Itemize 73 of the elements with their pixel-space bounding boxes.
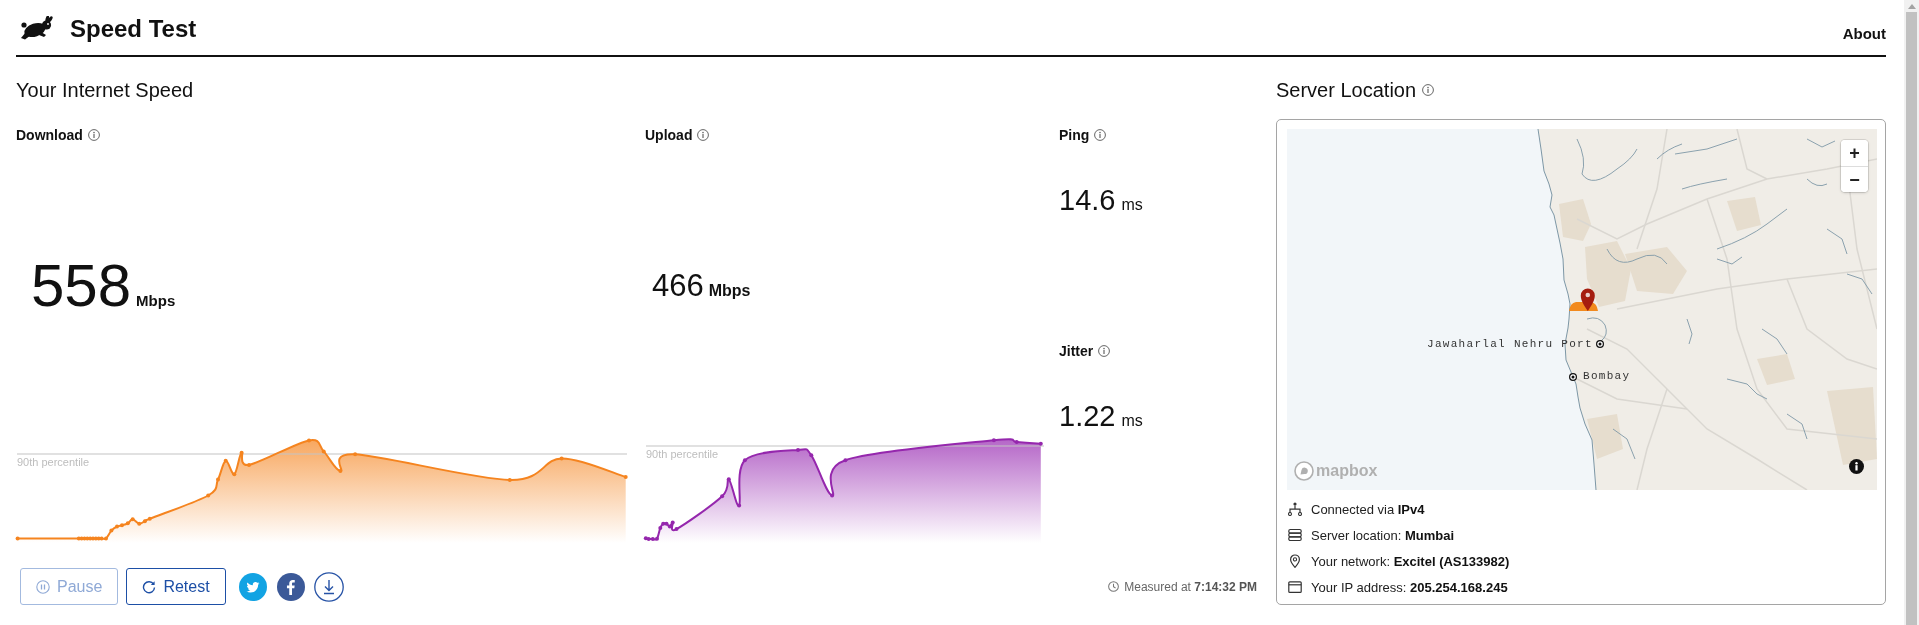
detail-text: Your network: Excitel (AS133982) bbox=[1311, 553, 1510, 569]
data-point bbox=[737, 503, 742, 508]
app-title: Speed Test bbox=[70, 14, 197, 44]
location-pin-icon bbox=[1569, 288, 1598, 311]
metric-label: Jitter bbox=[1059, 342, 1094, 361]
data-point bbox=[726, 477, 731, 482]
location-pin-icon bbox=[1288, 554, 1302, 568]
server-icon bbox=[1288, 528, 1302, 542]
place-label: Jawaharlal Nehru Port bbox=[1427, 337, 1593, 351]
clock-icon bbox=[1108, 581, 1120, 592]
data-point bbox=[338, 469, 343, 473]
latency-value: 14.6 bbox=[1059, 183, 1116, 218]
data-point bbox=[232, 472, 237, 477]
info-icon[interactable] bbox=[1849, 459, 1864, 474]
data-point bbox=[674, 527, 679, 532]
metric-label: Upload bbox=[645, 126, 693, 145]
network-icon bbox=[1288, 502, 1302, 516]
speed-unit: Mbps bbox=[136, 291, 176, 309]
section-title: Server Location bbox=[1276, 78, 1417, 103]
latency-unit: ms bbox=[1121, 196, 1143, 214]
section-title: Your Internet Speed bbox=[16, 78, 194, 103]
data-point bbox=[830, 493, 835, 498]
data-point bbox=[623, 475, 628, 480]
speed-value: 558 bbox=[31, 255, 132, 316]
data-point bbox=[796, 447, 800, 452]
place-dot-icon bbox=[1569, 372, 1577, 381]
data-point bbox=[1014, 440, 1019, 444]
speed-unit: Mbps bbox=[708, 281, 751, 300]
data-point bbox=[307, 438, 311, 443]
percentile-label: 90th percentile bbox=[646, 448, 719, 460]
detail-text: Server location: Mumbai bbox=[1311, 527, 1455, 543]
data-point bbox=[809, 453, 814, 458]
download-icon[interactable] bbox=[313, 571, 344, 602]
retest-button[interactable]: Retest bbox=[126, 568, 226, 605]
logo-icon bbox=[1294, 461, 1314, 481]
data-point bbox=[742, 458, 747, 463]
place-label: Bombay bbox=[1583, 369, 1631, 383]
percentile-label: 90th percentile bbox=[17, 456, 90, 468]
zoom-out-button[interactable]: − bbox=[1841, 166, 1868, 192]
about-link[interactable]: About bbox=[1842, 24, 1886, 44]
refresh-icon bbox=[142, 579, 157, 594]
detail-text: Your IP address: 205.254.168.245 bbox=[1311, 579, 1508, 595]
data-point bbox=[720, 494, 725, 499]
data-point bbox=[559, 456, 564, 461]
data-point bbox=[247, 462, 251, 467]
facebook-icon[interactable] bbox=[276, 572, 305, 601]
rabbit-icon bbox=[20, 16, 56, 42]
data-point bbox=[353, 452, 358, 457]
metric-label: Download bbox=[16, 126, 83, 145]
detail-text: Connected via IPv4 bbox=[1311, 501, 1425, 517]
place-dot-icon bbox=[1595, 340, 1604, 348]
metric-label: Ping bbox=[1059, 126, 1090, 145]
twitter-icon[interactable] bbox=[238, 572, 267, 601]
data-point bbox=[843, 458, 848, 463]
browser-window-icon bbox=[1288, 580, 1302, 594]
zoom-in-button[interactable]: + bbox=[1841, 140, 1868, 166]
latency-unit: ms bbox=[1121, 412, 1143, 430]
data-point bbox=[321, 449, 326, 454]
pause-icon bbox=[36, 579, 50, 594]
scrollbar-thumb[interactable] bbox=[1906, 12, 1917, 625]
data-point bbox=[223, 458, 228, 463]
data-point bbox=[206, 493, 211, 498]
data-point bbox=[1038, 441, 1043, 446]
data-point bbox=[216, 477, 220, 482]
data-point bbox=[507, 478, 512, 482]
scrollbar-track[interactable] bbox=[1904, 0, 1919, 625]
measured-time: Measured at 7:14:32 PM bbox=[1124, 579, 1257, 594]
data-point bbox=[239, 450, 244, 455]
data-point bbox=[15, 536, 20, 541]
data-point bbox=[991, 438, 996, 443]
latency-value: 1.22 bbox=[1059, 399, 1116, 434]
speed-value: 466 bbox=[652, 267, 704, 304]
scroll-up-icon[interactable] bbox=[1907, 4, 1916, 9]
